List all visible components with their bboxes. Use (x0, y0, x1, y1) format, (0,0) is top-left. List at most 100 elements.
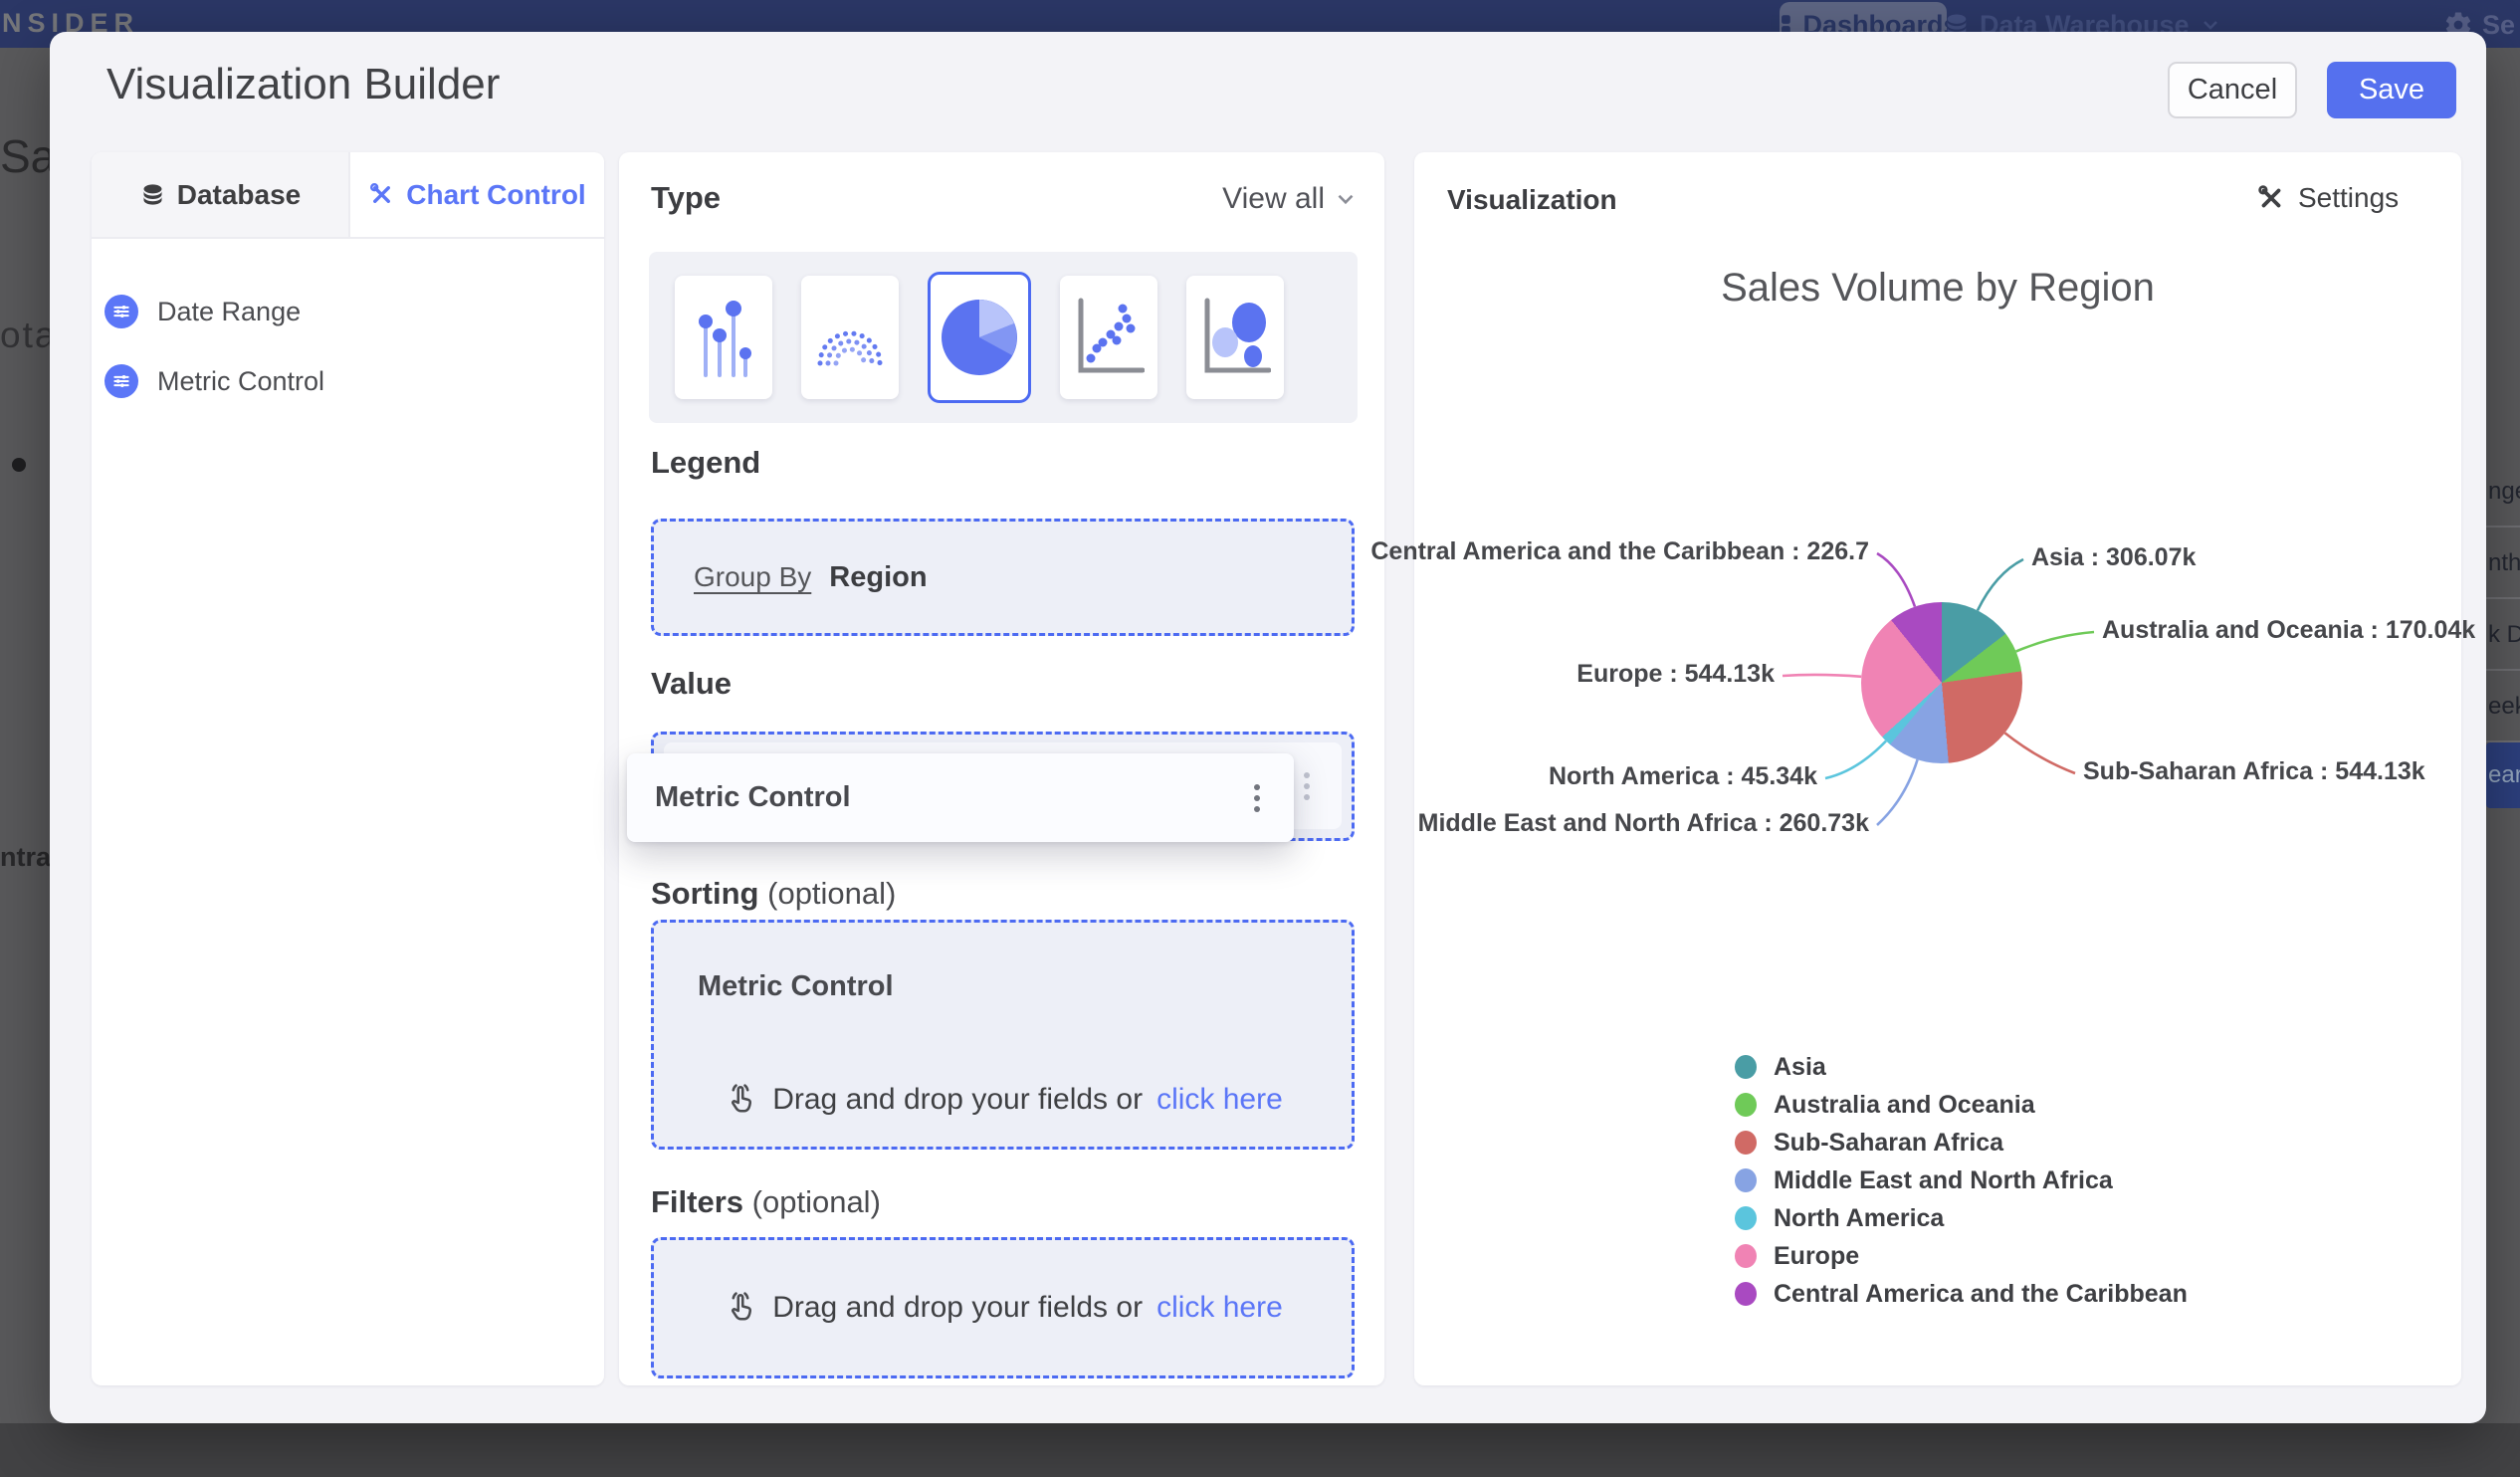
tools-icon (2258, 185, 2281, 208)
tab-chart-control[interactable]: Chart Control (350, 152, 604, 237)
arc-chart-icon (817, 330, 883, 366)
chart-type-lollipop[interactable] (675, 276, 772, 399)
legend-color-dot (1735, 1244, 1757, 1268)
chevron-down-icon (1338, 194, 1354, 205)
legend-dropzone[interactable]: Group By Region (651, 519, 1355, 636)
database-icon (143, 184, 162, 205)
tab-database-label: Database (176, 178, 302, 210)
dimmed-dropdown-right-edge: ngenthk Deekear (2486, 48, 2520, 1423)
type-section-label: Type (651, 180, 722, 215)
background-dropdown-option: nth (2486, 529, 2520, 599)
pie-slice-label: Central America and the Caribbean : 226.… (1370, 537, 1869, 565)
legend-item-label: Sub-Saharan Africa (1774, 1128, 2004, 1157)
pie-chart-icon (942, 300, 1017, 375)
sidebar-item-label: Date Range (157, 296, 302, 326)
modal-title: Visualization Builder (106, 60, 501, 108)
legend-item[interactable]: Australia and Oceania (1735, 1086, 2188, 1124)
lollipop-chart-icon (699, 301, 751, 377)
sidebar-item-metric-control[interactable]: Metric Control (92, 353, 604, 409)
legend-item[interactable]: Central America and the Caribbean (1735, 1275, 2188, 1313)
tune-icon (105, 295, 138, 328)
background-dropdown-option: nge (2486, 458, 2520, 528)
screen: NSIDER Dashboards Data Warehouse Se Sal … (0, 0, 2520, 1477)
droprow-click-here-link[interactable]: click here (1156, 1083, 1283, 1117)
legend-color-dot (1735, 1055, 1757, 1079)
visualization-panel: Visualization Settings Sales Volume by R… (1370, 152, 2475, 1385)
background-footer-fragment: ntral (0, 842, 50, 872)
legend-item[interactable]: Sub-Saharan Africa (1735, 1124, 2188, 1161)
sorting-chip-label: Metric Control (698, 970, 894, 1002)
sidebar-item-label: Metric Control (157, 365, 325, 396)
sorting-dropzone[interactable]: Metric Control Drag and drop your fields… (651, 920, 1355, 1150)
source-tabs: Database Chart Control (92, 152, 604, 239)
kebab-menu-icon (1304, 782, 1310, 789)
value-chip-dragging[interactable]: Metric Control (627, 753, 1294, 842)
legend-section-label: Legend (651, 445, 761, 480)
tap-hand-icon (732, 1292, 752, 1321)
legend-item[interactable]: North America (1735, 1199, 2188, 1237)
legend-color-dot (1735, 1206, 1757, 1230)
background-subheading-fragment: ota (0, 315, 50, 355)
legend-item[interactable]: Asia (1735, 1048, 2188, 1086)
legend-item-label: Europe (1774, 1241, 1860, 1270)
visualization-settings-label: Settings (2298, 182, 2400, 213)
droprow-text: Drag and drop your fields or (772, 1291, 1144, 1324)
value-chip-label: Metric Control (655, 781, 851, 813)
chart-type-bubble[interactable] (1186, 276, 1284, 399)
legend-item[interactable]: Middle East and North Africa (1735, 1161, 2188, 1199)
filters-dropzone[interactable]: Drag and drop your fields or click here (651, 1237, 1355, 1378)
pie-slice-label: North America : 45.34k (1548, 762, 1817, 790)
legend-color-dot (1735, 1131, 1757, 1155)
tab-database[interactable]: Database (92, 152, 350, 237)
background-dropdown-option: ear (2486, 742, 2520, 808)
group-by-link[interactable]: Group By (694, 561, 811, 593)
background-dropdown-option: eek (2486, 673, 2520, 742)
chart-type-pie[interactable] (928, 272, 1031, 403)
visualization-builder-modal: Visualization Builder Cancel Save Databa… (50, 32, 2486, 1423)
chart-type-arc[interactable] (801, 276, 899, 399)
scatter-plot-icon (1078, 298, 1145, 373)
dimmed-page-bottom-edge (0, 1423, 2520, 1477)
pie-slice-label: Asia : 306.07k (2031, 543, 2197, 571)
kebab-menu-icon[interactable] (1254, 794, 1260, 801)
group-by-value: Region (829, 560, 928, 593)
bubble-chart-icon (1204, 298, 1271, 373)
legend-item-label: Middle East and North Africa (1774, 1165, 2113, 1194)
chart-legend: Asia Australia and Oceania Sub-Saharan Afr… (1735, 1048, 2188, 1313)
save-button[interactable]: Save (2327, 62, 2456, 118)
nav-settings-label: Se (2482, 9, 2516, 40)
pie-slice-label: Sub-Saharan Africa : 544.13k (2083, 757, 2425, 785)
chart-type-scatter[interactable] (1060, 276, 1157, 399)
droprow-click-here-link[interactable]: click here (1156, 1291, 1283, 1325)
filters-section-label: Filters (optional) (651, 1184, 881, 1219)
cancel-button[interactable]: Cancel (2168, 62, 2297, 118)
legend-color-dot (1735, 1093, 1757, 1117)
chart-config-panel: Type View all Legend Group By Region Val… (619, 152, 1384, 1385)
pie-chart[interactable] (1861, 602, 2022, 763)
sorting-section-label: Sorting (optional) (651, 876, 897, 911)
legend-color-dot (1735, 1282, 1757, 1306)
legend-item-label: Asia (1774, 1052, 1826, 1081)
sorting-droprow: Drag and drop your fields or click here (654, 1080, 1352, 1120)
tap-hand-icon (732, 1084, 752, 1113)
tools-icon (370, 183, 391, 203)
value-section-label: Value (651, 666, 732, 701)
filters-droprow: Drag and drop your fields or click here (654, 1288, 1352, 1328)
pie-slice-label: Australia and Oceania : 170.04k (2102, 616, 2476, 644)
view-all-dropdown[interactable]: View all (1222, 182, 1359, 216)
view-all-label: View all (1222, 182, 1325, 215)
legend-item-label: North America (1774, 1203, 1945, 1232)
background-dropdown-option: k D (2486, 601, 2520, 671)
background-heading-fragment: Sal (0, 130, 50, 182)
legend-item-label: Central America and the Caribbean (1774, 1279, 2188, 1308)
pie-slice-label: Middle East and North Africa : 260.73k (1417, 809, 1869, 837)
visualization-settings-button[interactable]: Settings (2256, 182, 2399, 214)
pie-slice-label: Europe : 544.13k (1576, 660, 1775, 688)
sidebar-item-date-range[interactable]: Date Range (92, 284, 604, 339)
legend-item-label: Australia and Oceania (1774, 1090, 2035, 1119)
legend-item[interactable]: Europe (1735, 1237, 2188, 1275)
source-panel: Database Chart Control Date Range Metric… (92, 152, 604, 1385)
chart-type-strip (649, 252, 1358, 423)
dimmed-page-left-edge: Sal ota ntral (0, 48, 50, 1423)
tab-chart-control-label: Chart Control (406, 178, 586, 210)
